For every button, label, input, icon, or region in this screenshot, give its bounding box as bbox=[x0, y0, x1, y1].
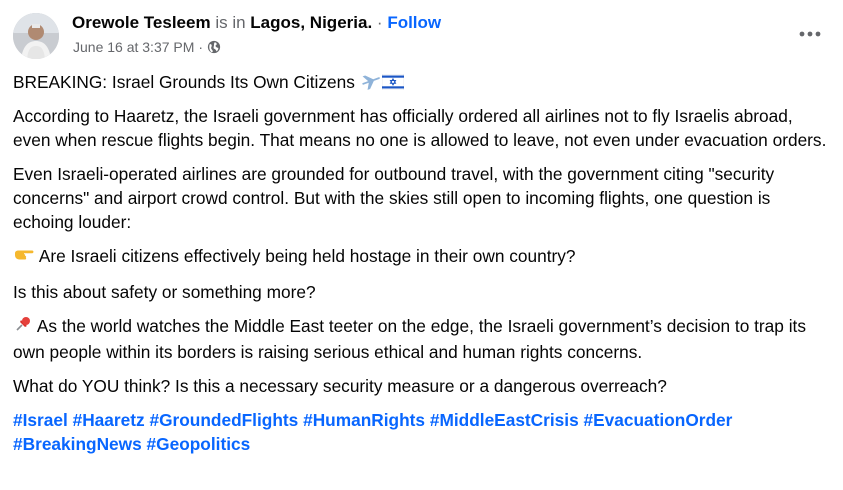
hashtag-link[interactable]: #Geopolitics bbox=[147, 434, 251, 454]
hashtag-list: #Israel #Haaretz #GroundedFlights #Human… bbox=[13, 408, 831, 456]
headline-paragraph: BREAKING: Israel Grounds Its Own Citizen… bbox=[13, 70, 831, 96]
globe-icon[interactable] bbox=[207, 40, 221, 54]
paragraph-3: Is this about safety or something more? bbox=[13, 282, 316, 302]
question-text: Are Israeli citizens effectively being h… bbox=[38, 246, 576, 266]
post-header: Orewole Tesleem is in Lagos, Nigeria. · … bbox=[13, 10, 843, 62]
separator-dot: · bbox=[376, 13, 383, 32]
hashtag-link[interactable]: #EvacuationOrder bbox=[584, 410, 733, 430]
headline-text: BREAKING: Israel Grounds Its Own Citizen… bbox=[13, 72, 355, 92]
hashtag-link[interactable]: #HumanRights bbox=[303, 410, 425, 430]
hashtag-link[interactable]: #BreakingNews bbox=[13, 434, 142, 454]
is-in-text: is in bbox=[215, 13, 246, 32]
hashtag-link[interactable]: #GroundedFlights bbox=[149, 410, 298, 430]
location-link[interactable]: Lagos, Nigeria. bbox=[250, 13, 372, 32]
more-options-icon[interactable] bbox=[792, 22, 828, 46]
airplane-emoji bbox=[360, 72, 382, 96]
avatar[interactable] bbox=[13, 13, 59, 59]
author-line: Orewole Tesleem is in Lagos, Nigeria. · … bbox=[72, 12, 441, 34]
pushpin-emoji bbox=[13, 314, 33, 340]
hashtag-link[interactable]: #Haaretz bbox=[73, 410, 145, 430]
facebook-post: Orewole Tesleem is in Lagos, Nigeria. · … bbox=[0, 0, 843, 490]
pinned-paragraph: As the world watches the Middle East tee… bbox=[13, 314, 831, 364]
israel-flag-emoji bbox=[381, 72, 404, 96]
hashtag-link[interactable]: #Israel bbox=[13, 410, 68, 430]
paragraph-2: Even Israeli-operated airlines are groun… bbox=[13, 164, 775, 232]
paragraph-1: According to Haaretz, the Israeli govern… bbox=[13, 106, 827, 150]
paragraph-5: What do YOU think? Is this a necessary s… bbox=[13, 376, 667, 396]
follow-button[interactable]: Follow bbox=[387, 13, 441, 32]
post-timestamp[interactable]: June 16 at 3:37 PM bbox=[73, 38, 194, 56]
question-paragraph: Are Israeli citizens effectively being h… bbox=[13, 244, 831, 270]
post-meta: June 16 at 3:37 PM · bbox=[73, 38, 221, 56]
author-name[interactable]: Orewole Tesleem bbox=[72, 13, 211, 32]
pointing-hand-emoji bbox=[13, 246, 35, 270]
meta-separator: · bbox=[198, 39, 204, 55]
hashtag-link[interactable]: #MiddleEastCrisis bbox=[430, 410, 579, 430]
pinned-text: As the world watches the Middle East tee… bbox=[13, 316, 806, 362]
post-body: BREAKING: Israel Grounds Its Own Citizen… bbox=[13, 70, 831, 466]
